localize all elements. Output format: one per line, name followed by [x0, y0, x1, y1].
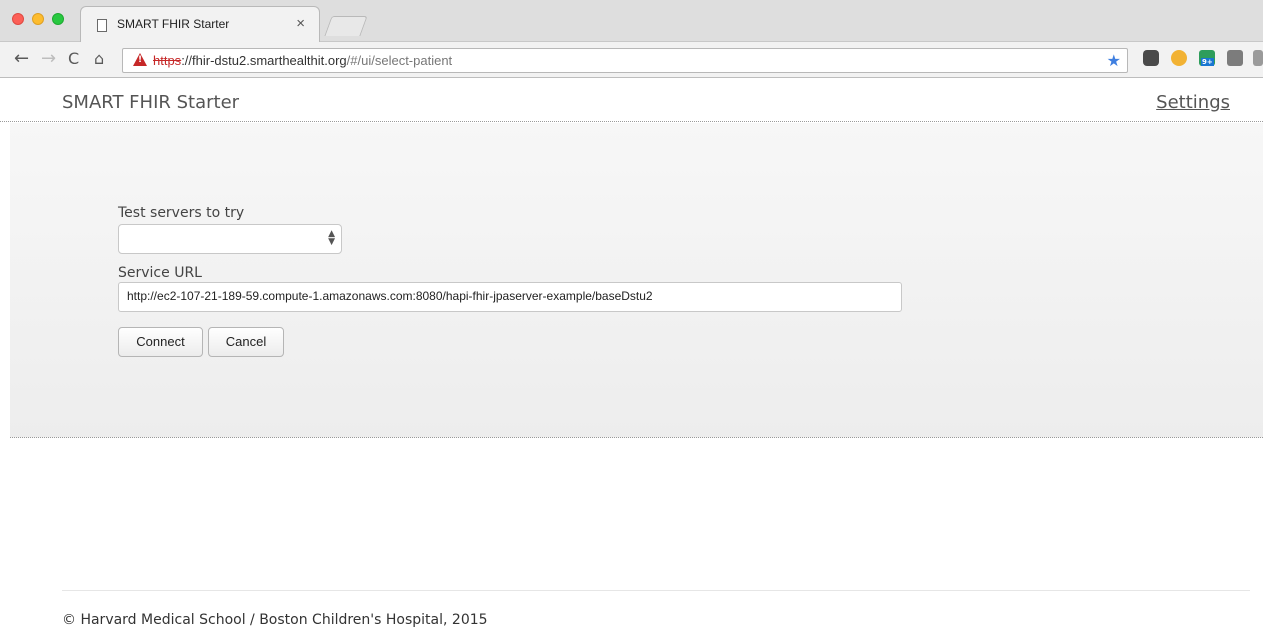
tab-title: SMART FHIR Starter	[117, 17, 230, 31]
service-url-label: Service URL	[118, 265, 202, 281]
url-scheme: https	[153, 53, 182, 68]
home-icon[interactable]: ⌂	[94, 49, 104, 69]
url-path: /#/ui/select-patient	[346, 53, 453, 68]
server-select-panel: Test servers to try ▲ ▼ Service URL http:…	[10, 123, 1263, 438]
new-tab-button[interactable]	[324, 16, 368, 36]
address-bar[interactable]: https://fhir-dstu2.smarthealthit.org/#/u…	[122, 48, 1128, 73]
test-servers-select[interactable]: ▲ ▼	[118, 224, 342, 254]
browser-toolbar: ← → C ⌂ https://fhir-dstu2.smarthealthit…	[0, 42, 1263, 78]
url-text: https://fhir-dstu2.smarthealthit.org/#/u…	[153, 53, 452, 68]
bookmark-star-icon[interactable]: ★	[1107, 51, 1121, 70]
settings-link[interactable]: Settings	[1156, 92, 1230, 113]
maximize-window-button[interactable]	[52, 13, 64, 25]
reload-icon[interactable]: C	[68, 49, 79, 69]
connect-button[interactable]: Connect	[118, 327, 203, 357]
test-servers-label: Test servers to try	[118, 205, 245, 221]
brand-title[interactable]: SMART FHIR Starter	[62, 92, 239, 113]
url-host: ://fhir-dstu2.smarthealthit.org	[181, 53, 347, 68]
extension-badge: 9+	[1201, 58, 1214, 66]
minimize-window-button[interactable]	[32, 13, 44, 25]
forward-arrow-icon[interactable]: →	[41, 49, 56, 69]
extension-icon-4[interactable]	[1227, 50, 1243, 66]
warning-icon[interactable]	[133, 53, 147, 66]
extension-icon-1[interactable]	[1143, 50, 1159, 66]
extension-icon-3[interactable]: 9+	[1199, 50, 1215, 66]
close-window-button[interactable]	[12, 13, 24, 25]
browser-tabstrip: SMART FHIR Starter ×	[0, 0, 1263, 42]
page-navbar: SMART FHIR Starter Settings	[0, 78, 1263, 122]
extension-icon-2[interactable]	[1171, 50, 1187, 66]
tab-close-icon[interactable]: ×	[296, 15, 305, 32]
document-icon	[97, 19, 107, 32]
select-arrows-icon: ▲ ▼	[328, 229, 335, 247]
extension-icon-5[interactable]	[1253, 50, 1263, 66]
service-url-input[interactable]: http://ec2-107-21-189-59.compute-1.amazo…	[118, 282, 902, 312]
browser-tab[interactable]: SMART FHIR Starter ×	[80, 6, 320, 42]
footer-copyright: © Harvard Medical School / Boston Childr…	[62, 612, 488, 628]
back-arrow-icon[interactable]: ←	[14, 49, 29, 69]
cancel-button[interactable]: Cancel	[208, 327, 284, 357]
footer-divider	[62, 590, 1250, 591]
